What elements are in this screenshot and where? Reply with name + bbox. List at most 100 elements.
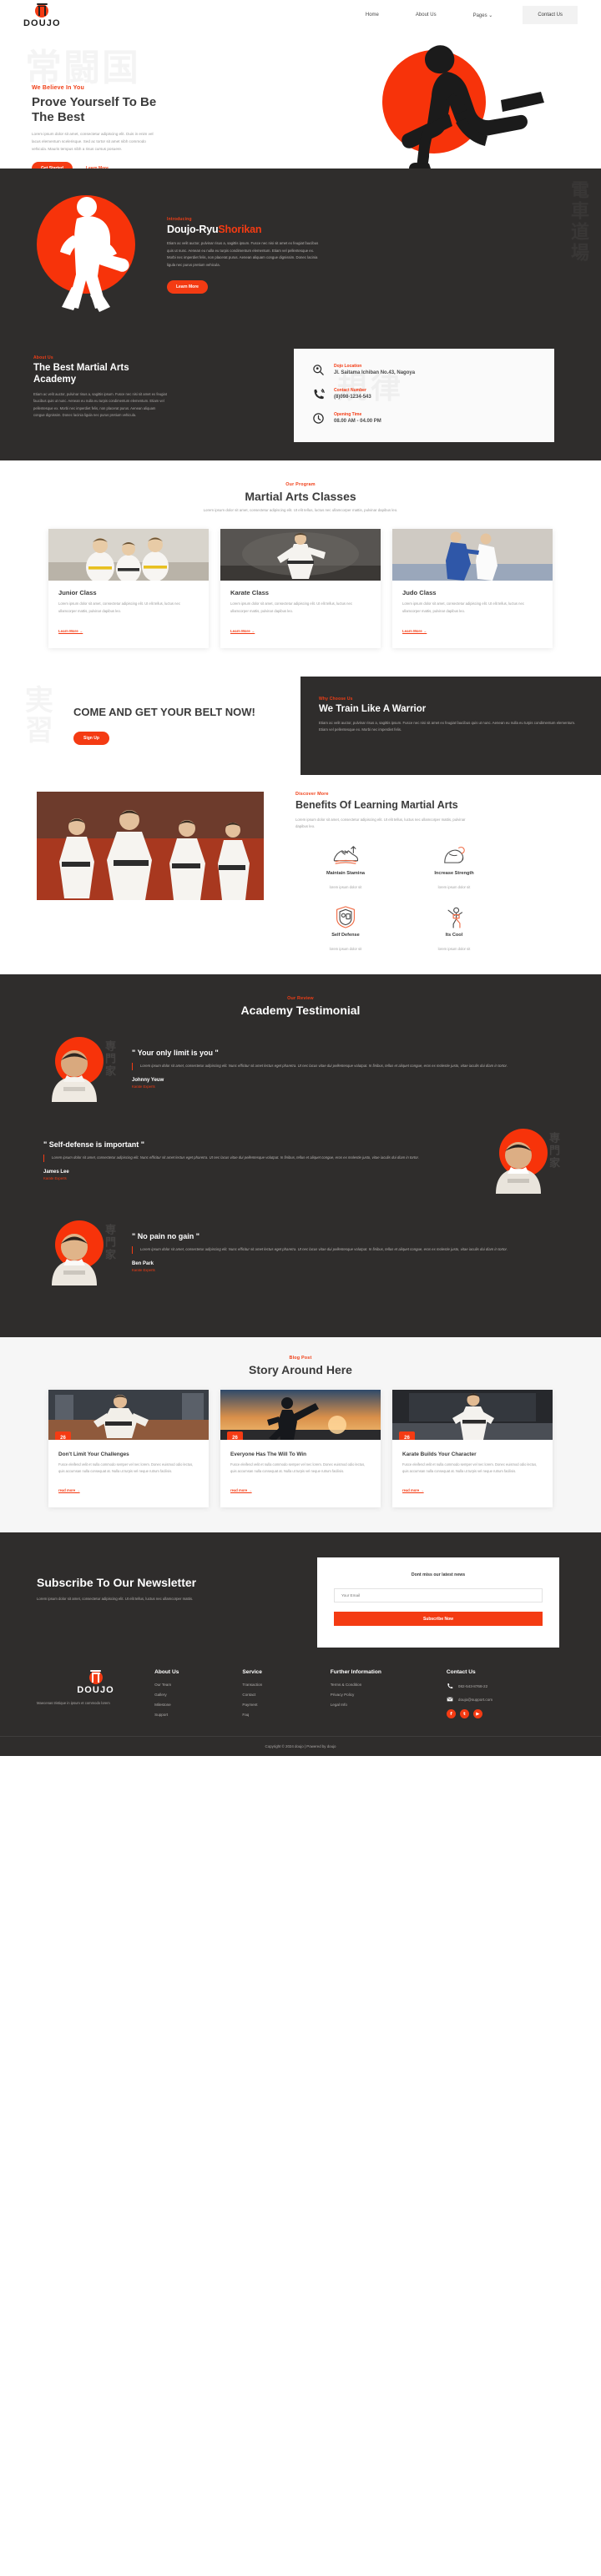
chevron-down-icon: ⌄ xyxy=(488,13,493,18)
benefits-eyebrow: Discover More xyxy=(295,791,329,797)
torii-logo-icon xyxy=(87,1669,105,1685)
footer-link[interactable]: Support xyxy=(154,1713,242,1717)
nav-cta-contact-us[interactable]: Contact Us xyxy=(523,6,578,24)
testimonial-avatar: 専門家 xyxy=(487,1125,559,1195)
program-card-learn-more-link[interactable]: Learn More → xyxy=(230,629,255,633)
testimonial-quote-text: Lorem ipsum dolor sit amet, consectetur … xyxy=(132,1062,558,1070)
footer-link[interactable]: Contact xyxy=(242,1693,330,1697)
running-shoe-icon xyxy=(295,843,396,868)
envelope-icon xyxy=(447,1696,453,1703)
subscribe-now-button[interactable]: Subscribe Now xyxy=(334,1612,543,1627)
footer-link[interactable]: Transaction xyxy=(242,1683,330,1687)
benefit-item: Self Defense lorem ipsum dolor sit xyxy=(295,904,396,954)
benefits-photo xyxy=(37,791,264,900)
about-section: About Us The Best Martial Arts Academy E… xyxy=(0,335,601,460)
footer-link[interactable]: Our Team xyxy=(154,1683,242,1687)
nav-item-pages[interactable]: Pages ⌄ xyxy=(455,13,512,18)
blog-card[interactable]: 26 Jan Everyone Has The Will To Win Fusc… xyxy=(220,1389,381,1507)
page-root: DOUJO Home About Us Pages ⌄ Contact Us 常… xyxy=(0,0,601,1757)
footer-link[interactable]: Legal Info xyxy=(331,1703,447,1707)
program-card[interactable]: Junior Class Lorem ipsum dolor sit amet,… xyxy=(48,529,209,648)
footer-logo[interactable]: DOUJO xyxy=(37,1669,154,1695)
testimonial-section: Our Review Academy Testimonial 専門家 " You… xyxy=(0,974,601,1337)
twitter-icon[interactable]: t xyxy=(459,1709,469,1719)
footer-link[interactable]: Gallery xyxy=(154,1693,242,1697)
get-started-button[interactable]: Get Started xyxy=(32,161,73,169)
hero-body: Lorem ipsum dolor sit amet, consectetur … xyxy=(32,132,154,151)
testimonial-quote-title: " No pain no gain " xyxy=(132,1231,200,1240)
blog-card-title: Everyone Has The Will To Win xyxy=(230,1451,307,1457)
shield-defense-icon xyxy=(295,904,396,929)
belt-cta-title: COME AND GET YOUR BELT NOW! xyxy=(73,706,255,719)
program-card-image xyxy=(48,529,209,581)
program-card-title: Karate Class xyxy=(230,589,270,597)
footer-link[interactable]: Privacy Policy xyxy=(331,1693,447,1697)
karate-kick-silhouette-icon xyxy=(402,45,544,169)
belt-cta-left: 実習 COME AND GET YOUR BELT NOW! Sign Up xyxy=(0,676,300,775)
blog-date-day: 26 xyxy=(232,1435,238,1440)
intro-section: 電車道場 Introducing Doujo-RyuShorikan Etiam… xyxy=(0,169,601,335)
program-card[interactable]: Karate Class Lorem ipsum dolor sit amet,… xyxy=(220,529,381,648)
benefit-sub: lorem ipsum dolor sit xyxy=(329,884,362,889)
testimonial-row: 専門家 " Your only limit is you " Lorem ips… xyxy=(0,1034,601,1104)
footer-phone-line[interactable]: 082-543-8768-22 xyxy=(447,1683,564,1690)
kicking-figure-icon xyxy=(404,904,504,929)
blog-card[interactable]: 26 Jan Karate Builds Your Character Fusc… xyxy=(392,1389,553,1507)
testimonial-author-name: James Lee xyxy=(43,1169,69,1175)
newsletter-section: Subscribe To Our Newsletter Lorem ipsum … xyxy=(0,1557,601,1670)
footer-email-line[interactable]: doujo@support.com xyxy=(447,1696,564,1703)
benefit-title: Self Defense xyxy=(331,932,360,938)
testimonial-eyebrow: Our Review xyxy=(287,995,314,1001)
testimonial-quote-title: " Self-defense is important " xyxy=(43,1140,145,1149)
program-card-learn-more-link[interactable]: Learn More → xyxy=(402,629,427,633)
flexed-biceps-icon xyxy=(404,843,504,868)
footer-link[interactable]: Milestone xyxy=(154,1703,242,1707)
blog-card[interactable]: 26 Jan Don't Limit Your Challenges Fusce… xyxy=(48,1389,209,1507)
program-subtitle: Lorem ipsum dolor sit amet, consectetur … xyxy=(203,508,398,512)
newsletter-copy: Subscribe To Our Newsletter Lorem ipsum … xyxy=(37,1557,287,1603)
facebook-icon[interactable]: f xyxy=(446,1709,456,1719)
program-card-image xyxy=(220,529,381,581)
youtube-icon[interactable]: ▶ xyxy=(472,1709,482,1719)
blog-read-more-link[interactable]: read more → xyxy=(230,1488,252,1492)
blog-date-day: 26 xyxy=(404,1435,410,1440)
intro-title-accent: Shorikan xyxy=(218,224,262,235)
nav-item-about-us[interactable]: About Us xyxy=(397,13,455,18)
newsletter-email-input[interactable] xyxy=(334,1587,543,1602)
blog-read-more-link[interactable]: read more → xyxy=(58,1488,80,1492)
blog-card-body: Fusce eleifend velit et nulla commodo se… xyxy=(230,1462,366,1473)
footer-column-contact-us: Contact Us 082-543-8768-22 doujo@support… xyxy=(446,1669,564,1723)
testimonial-author-role: Karate Experts xyxy=(132,1267,155,1272)
footer-link[interactable]: Faq xyxy=(242,1713,330,1717)
blog-read-more-link[interactable]: read more → xyxy=(402,1488,424,1492)
contact-label: Opening Time xyxy=(334,412,362,417)
blog-card-date-badge: 26 Jan xyxy=(55,1431,71,1440)
blog-card-body: Fusce eleifend velit et nulla commodo se… xyxy=(58,1462,194,1473)
intro-title: Doujo-RyuShorikan xyxy=(167,224,321,235)
program-card[interactable]: Judo Class Lorem ipsum dolor sit amet, c… xyxy=(392,529,553,648)
intro-title-main: Doujo-Ryu xyxy=(167,224,219,235)
contact-info-card: 規律 Dojo Location Jl. Saitama Ichiban No.… xyxy=(294,349,554,442)
testimonial-body: " Self-defense is important " Lorem ipsu… xyxy=(43,1140,487,1180)
footer-brand: DOUJO Maecenas tristique in ipsum et com… xyxy=(37,1669,154,1723)
program-title: Martial Arts Classes xyxy=(245,490,356,503)
footer-copyright: Copyright © 2024 doujo | Powered by douj… xyxy=(0,1736,601,1756)
benefits-grid: Maintain Stamina lorem ipsum dolor sit I… xyxy=(295,843,504,954)
program-card-learn-more-link[interactable]: Learn More → xyxy=(58,629,83,633)
blog-section: Blog Post Story Around Here 26 Don't Lim… xyxy=(0,1336,601,1532)
footer-logo-wordmark: DOUJO xyxy=(77,1685,114,1696)
site-logo[interactable]: DOUJO xyxy=(23,3,61,28)
benefit-sub: lorem ipsum dolor sit xyxy=(437,946,471,951)
footer-social-links: f t ▶ xyxy=(446,1709,564,1719)
nav-item-home[interactable]: Home xyxy=(347,13,397,18)
logo-wordmark: DOUJO xyxy=(23,18,61,28)
nav-item-pages-label: Pages xyxy=(472,13,487,18)
intro-learn-more-button[interactable]: Learn More xyxy=(167,280,208,294)
newsletter-form-card: Dont miss our latest news Subscribe Now xyxy=(317,1557,559,1648)
footer-link[interactable]: Payment xyxy=(242,1703,330,1707)
intro-kanji-decoration: 電車道場 xyxy=(568,180,588,264)
contact-row-phone: Contact Number (8)098-1234-543 xyxy=(312,388,536,401)
footer-link[interactable]: Terms & Condition xyxy=(331,1683,447,1687)
sign-up-button[interactable]: Sign Up xyxy=(73,732,109,746)
belt-kanji-decoration: 実習 xyxy=(19,685,53,745)
